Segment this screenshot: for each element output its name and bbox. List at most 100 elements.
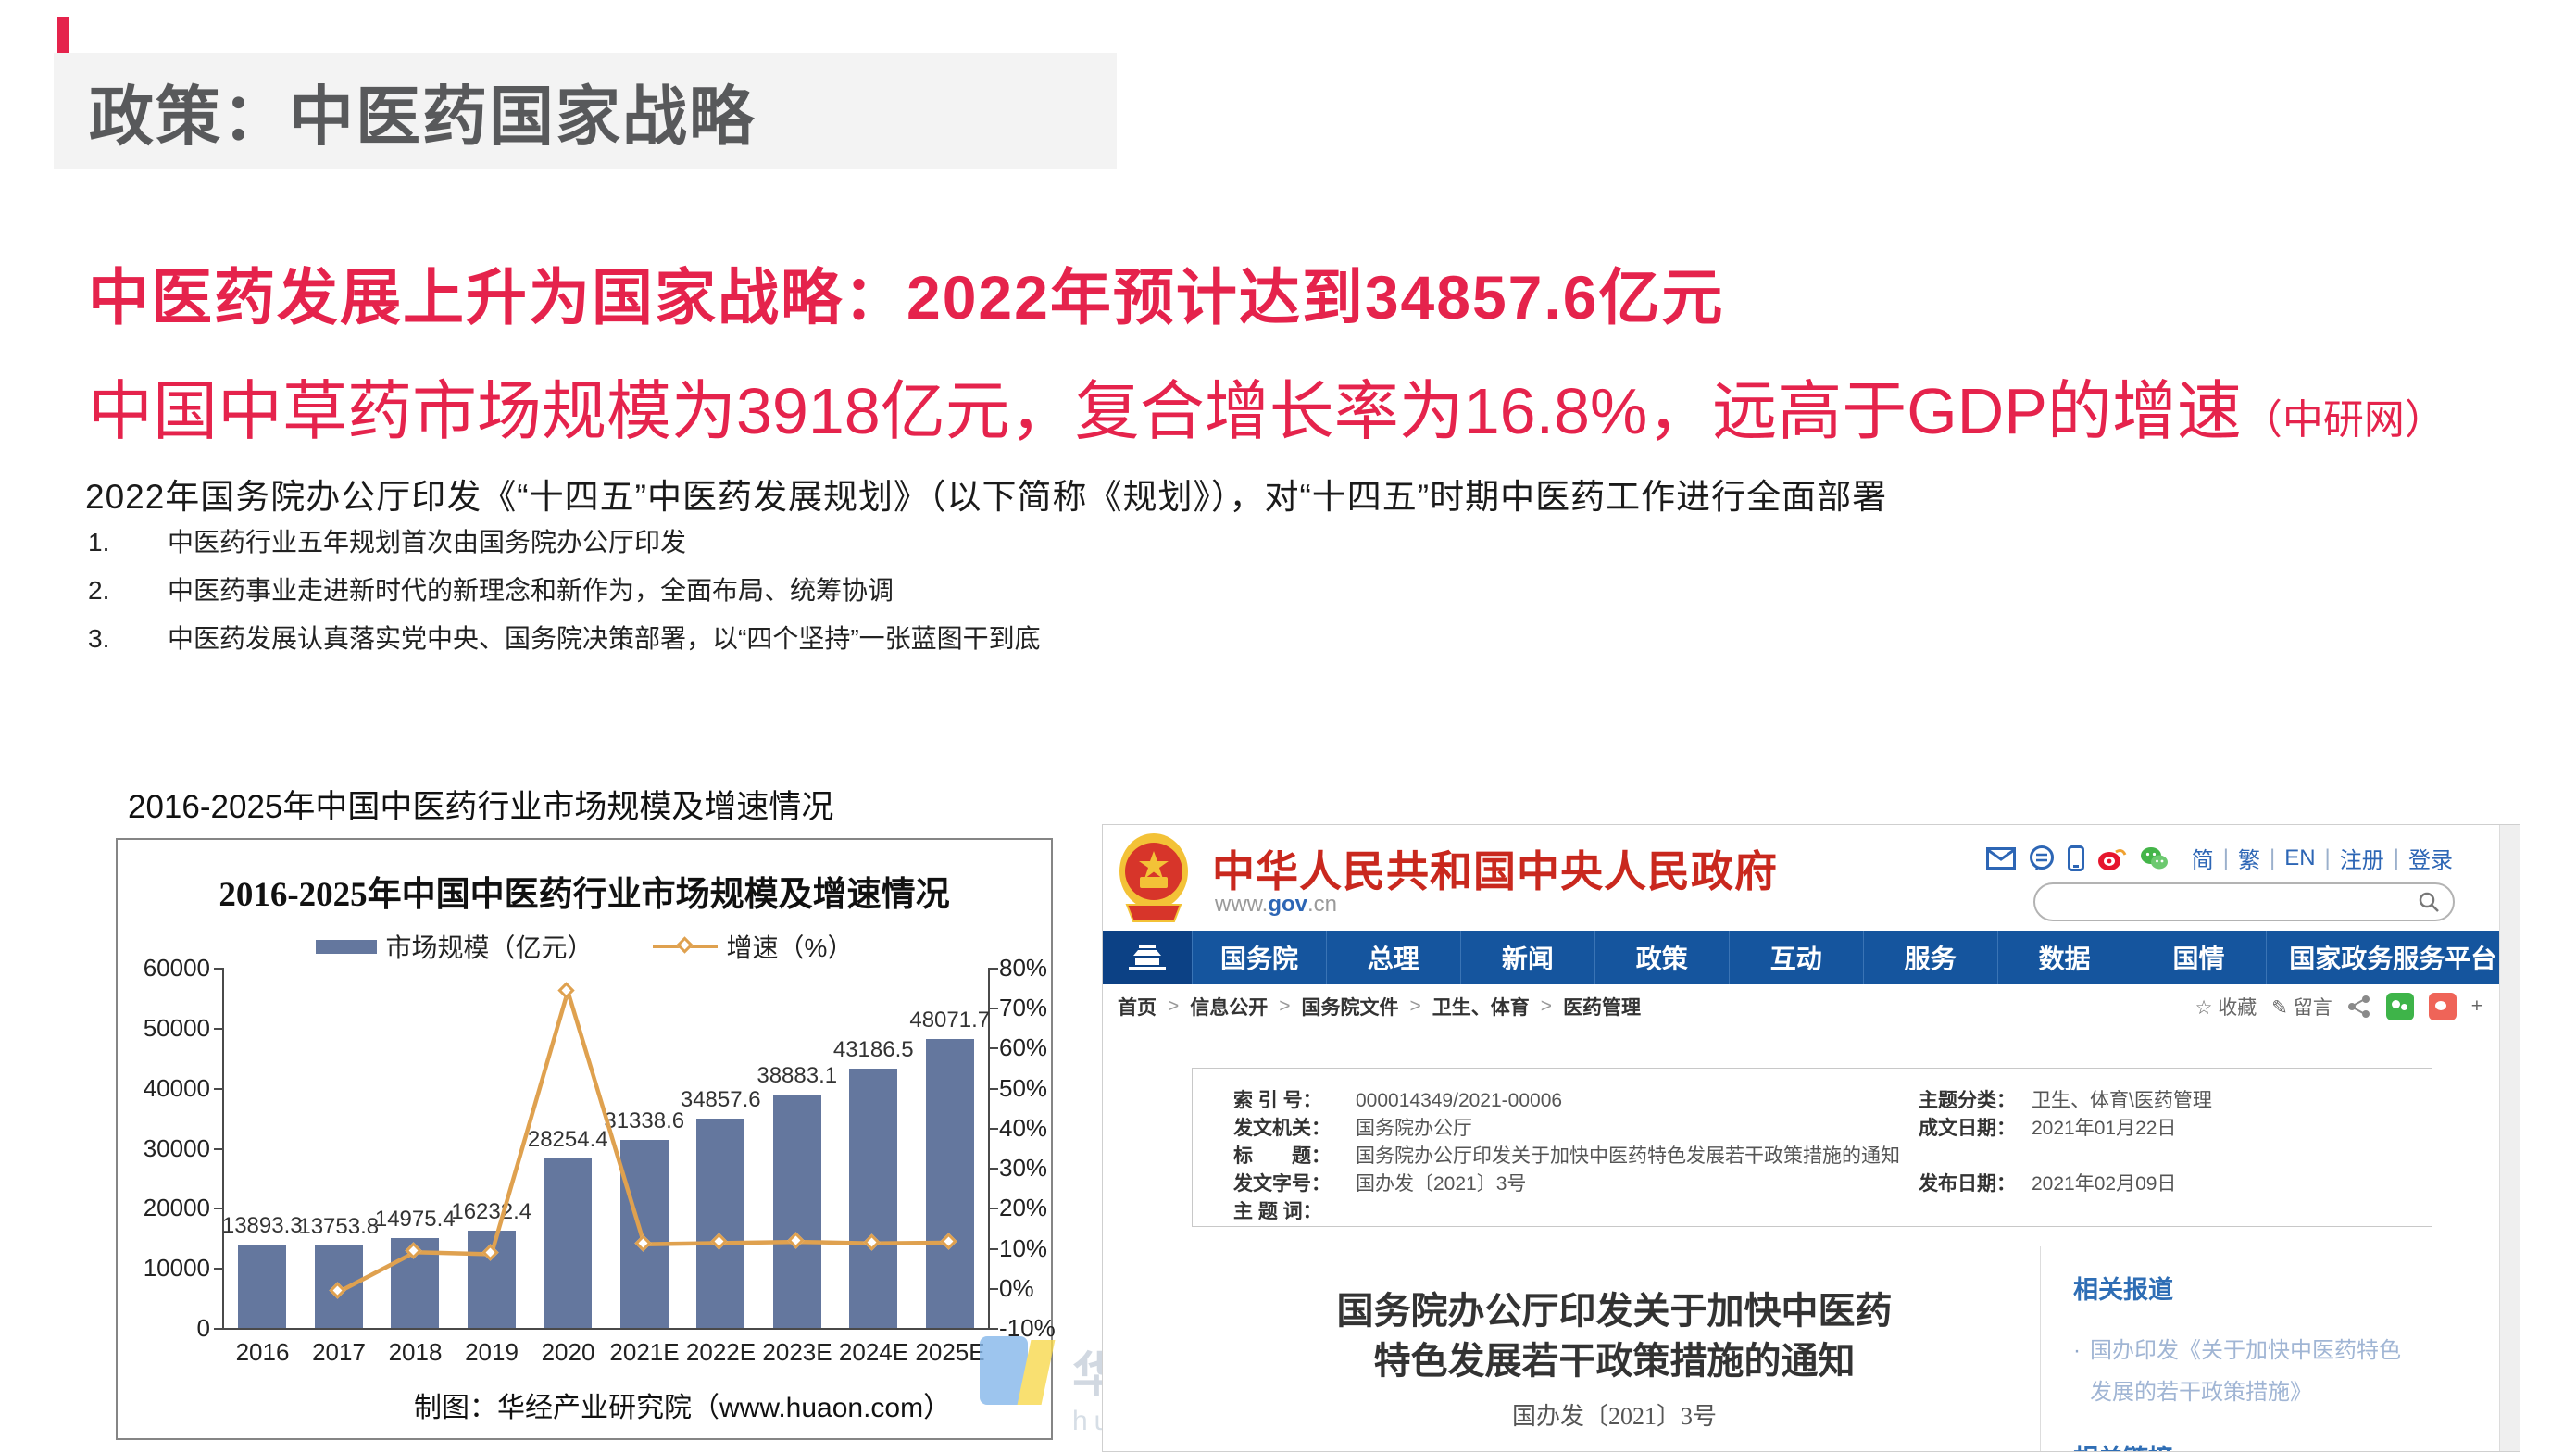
page-title: 政策：中医药国家战略 — [89, 65, 756, 158]
url-www: www. — [1215, 892, 1268, 917]
meta-value: 国办发〔2021〕3号 — [1356, 1170, 1919, 1198]
search-icon[interactable] — [2418, 891, 2440, 913]
x-tick-label: 2023E — [759, 1338, 836, 1367]
intro-paragraph: 2022年国务院办公厅印发《“十四五”中医药发展规划》（以下简称《规划》），对“… — [85, 469, 1887, 519]
title-bar: 政策：中医药国家战略 — [54, 53, 1117, 169]
gov-search-input[interactable] — [2048, 890, 2418, 914]
meta-label: 发布日期： — [1919, 1170, 2032, 1198]
breadcrumb-item-4[interactable]: 卫生、体育 — [1432, 993, 1530, 1020]
wechat-share-icon[interactable] — [2386, 993, 2414, 1020]
url-cn: .cn — [1307, 892, 1337, 917]
favorite-button[interactable]: ☆ 收藏 — [2195, 993, 2257, 1020]
list-item-text: 中医药事业走进新时代的新理念和新作为，全面布局、统筹协调 — [168, 578, 894, 604]
meta-value: 000014349/2021-00006 — [1356, 1087, 1919, 1115]
nav-item-9[interactable]: 国家政务服务平台 — [2266, 931, 2520, 984]
gov-nav: 国务院总理新闻政策互动服务数据国情国家政务服务平台 — [1103, 931, 2520, 984]
nav-home-item[interactable] — [1103, 931, 1192, 984]
legend-diamond-icon — [676, 936, 693, 953]
y-tick-label-right: 10% — [999, 1234, 1047, 1263]
meta-label: 发文字号： — [1233, 1170, 1356, 1198]
nav-item-4[interactable]: 政策 — [1594, 931, 1729, 984]
lang-link-繁[interactable]: 繁 — [2238, 842, 2260, 874]
gov-top-icons: 简|繁|EN|注册|登录 — [1986, 842, 2453, 874]
related-report-link-text: 国办印发《关于加快中医药特色发展的若干政策措施》 — [2090, 1330, 2407, 1413]
scrollbar[interactable] — [2499, 825, 2520, 1451]
breadcrumb-item-1[interactable]: 首页 — [1118, 993, 1157, 1020]
legend-item-bar: 市场规模（亿元） — [316, 928, 594, 965]
breadcrumb: 首页>信息公开>国务院文件>卫生、体育>医药管理 — [1118, 993, 1641, 1020]
pencil-icon: ✎ — [2271, 997, 2288, 1019]
subheadline-text: 中国中草药市场规模为3918亿元，复合增长率为16.8%，远高于GDP的增速 — [88, 375, 2242, 447]
y-tick-mark-right — [990, 1328, 998, 1330]
y-tick-mark-left — [214, 1088, 222, 1090]
lang-link-EN[interactable]: EN — [2284, 845, 2315, 871]
meta-label: 标 题： — [1233, 1143, 1356, 1170]
related-report-link[interactable]: · 国办印发《关于加快中医药特色发展的若干政策措施》 — [2073, 1330, 2407, 1413]
bottom-axis — [222, 1328, 990, 1330]
red-accent-mark — [57, 17, 69, 56]
growth-marker — [558, 982, 575, 998]
favorite-label: 收藏 — [2218, 997, 2257, 1019]
breadcrumb-separator: > — [1168, 995, 1179, 1018]
comment-button[interactable]: ✎ 留言 — [2271, 993, 2332, 1020]
gov-website-screenshot: 中华人民共和国中央人民政府 www.gov.cn 简|繁|EN|注册|登录 — [1102, 824, 2520, 1452]
y-tick-mark-left — [214, 1148, 222, 1150]
nav-item-3[interactable]: 新闻 — [1460, 931, 1594, 984]
document-number: 国办发〔2021〕3号 — [1186, 1397, 2043, 1432]
x-tick-label: 2019 — [454, 1338, 531, 1367]
legend-line-swatch — [653, 945, 718, 948]
nav-item-5[interactable]: 互动 — [1729, 931, 1863, 984]
bar — [696, 1119, 744, 1328]
subheadline-source: （中研网） — [2242, 397, 2445, 443]
y-tick-label-left: 0 — [118, 1314, 210, 1343]
bar-value-label: 48071.7 — [867, 1008, 1033, 1033]
document-title-line1: 国务院办公厅印发关于加快中医药 — [1186, 1286, 2043, 1336]
nav-item-8[interactable]: 国情 — [2132, 931, 2266, 984]
bar — [238, 1245, 286, 1328]
wechat-icon[interactable] — [2140, 845, 2170, 871]
y-tick-mark-right — [990, 1288, 998, 1290]
list-number: 1. — [88, 530, 168, 556]
breadcrumb-item-2[interactable]: 信息公开 — [1190, 993, 1268, 1020]
meta-value: 2021年01月22日 — [2032, 1115, 2432, 1143]
meta-label: 索 引 号： — [1233, 1087, 1356, 1115]
chart-legend: 市场规模（亿元） 增速（%） — [118, 928, 1051, 965]
meta-label: 主 题 词： — [1233, 1198, 1356, 1226]
nav-item-6[interactable]: 服务 — [1863, 931, 1997, 984]
breadcrumb-separator: > — [1541, 995, 1552, 1018]
y-tick-label-right: 30% — [999, 1154, 1047, 1183]
y-tick-label-right: 0% — [999, 1274, 1034, 1303]
y-tick-label-left: 60000 — [118, 954, 210, 983]
y-tick-label-right: 80% — [999, 954, 1047, 983]
share-icon[interactable] — [2347, 995, 2371, 1019]
lang-link-登录[interactable]: 登录 — [2408, 842, 2453, 874]
gov-site-url: www.gov.cn — [1215, 892, 1337, 918]
y-tick-label-left: 50000 — [118, 1014, 210, 1043]
meta-value: 国务院办公厅印发关于加快中医药特色发展若干政策措施的通知 — [1356, 1143, 2432, 1170]
weibo-share-icon[interactable] — [2429, 993, 2457, 1020]
y-tick-mark-right — [990, 1047, 998, 1049]
weibo-icon[interactable] — [2097, 845, 2127, 871]
related-reports-heading: 相关报道 — [2073, 1270, 2444, 1306]
chat-icon[interactable] — [2029, 845, 2055, 871]
breadcrumb-item-3[interactable]: 国务院文件 — [1302, 993, 1399, 1020]
related-links-heading-clipped: 相关链接 — [2073, 1438, 2173, 1452]
nav-item-2[interactable]: 总理 — [1326, 931, 1460, 984]
x-tick-label: 2021E — [606, 1338, 683, 1367]
headline: 中医药发展上升为国家战略：2022年预计达到34857.6亿元 — [88, 248, 1724, 337]
breadcrumb-item-5[interactable]: 医药管理 — [1563, 993, 1641, 1020]
lang-separator: | — [2223, 845, 2229, 871]
lang-link-简[interactable]: 简 — [2192, 842, 2214, 874]
mobile-icon[interactable] — [2068, 845, 2084, 871]
y-tick-mark-left — [214, 1328, 222, 1330]
nav-item-1[interactable]: 国务院 — [1192, 931, 1326, 984]
y-tick-label-right: 60% — [999, 1033, 1047, 1062]
nav-item-7[interactable]: 数据 — [1997, 931, 2132, 984]
meta-label: 发文机关： — [1233, 1115, 1356, 1143]
gov-search-box — [2033, 882, 2455, 921]
more-share-button[interactable]: + — [2471, 995, 2482, 1018]
meta-value: 2021年02月09日 — [2032, 1170, 2432, 1198]
lang-link-注册[interactable]: 注册 — [2340, 842, 2384, 874]
y-tick-mark-right — [990, 1128, 998, 1130]
mail-icon[interactable] — [1986, 847, 2016, 870]
